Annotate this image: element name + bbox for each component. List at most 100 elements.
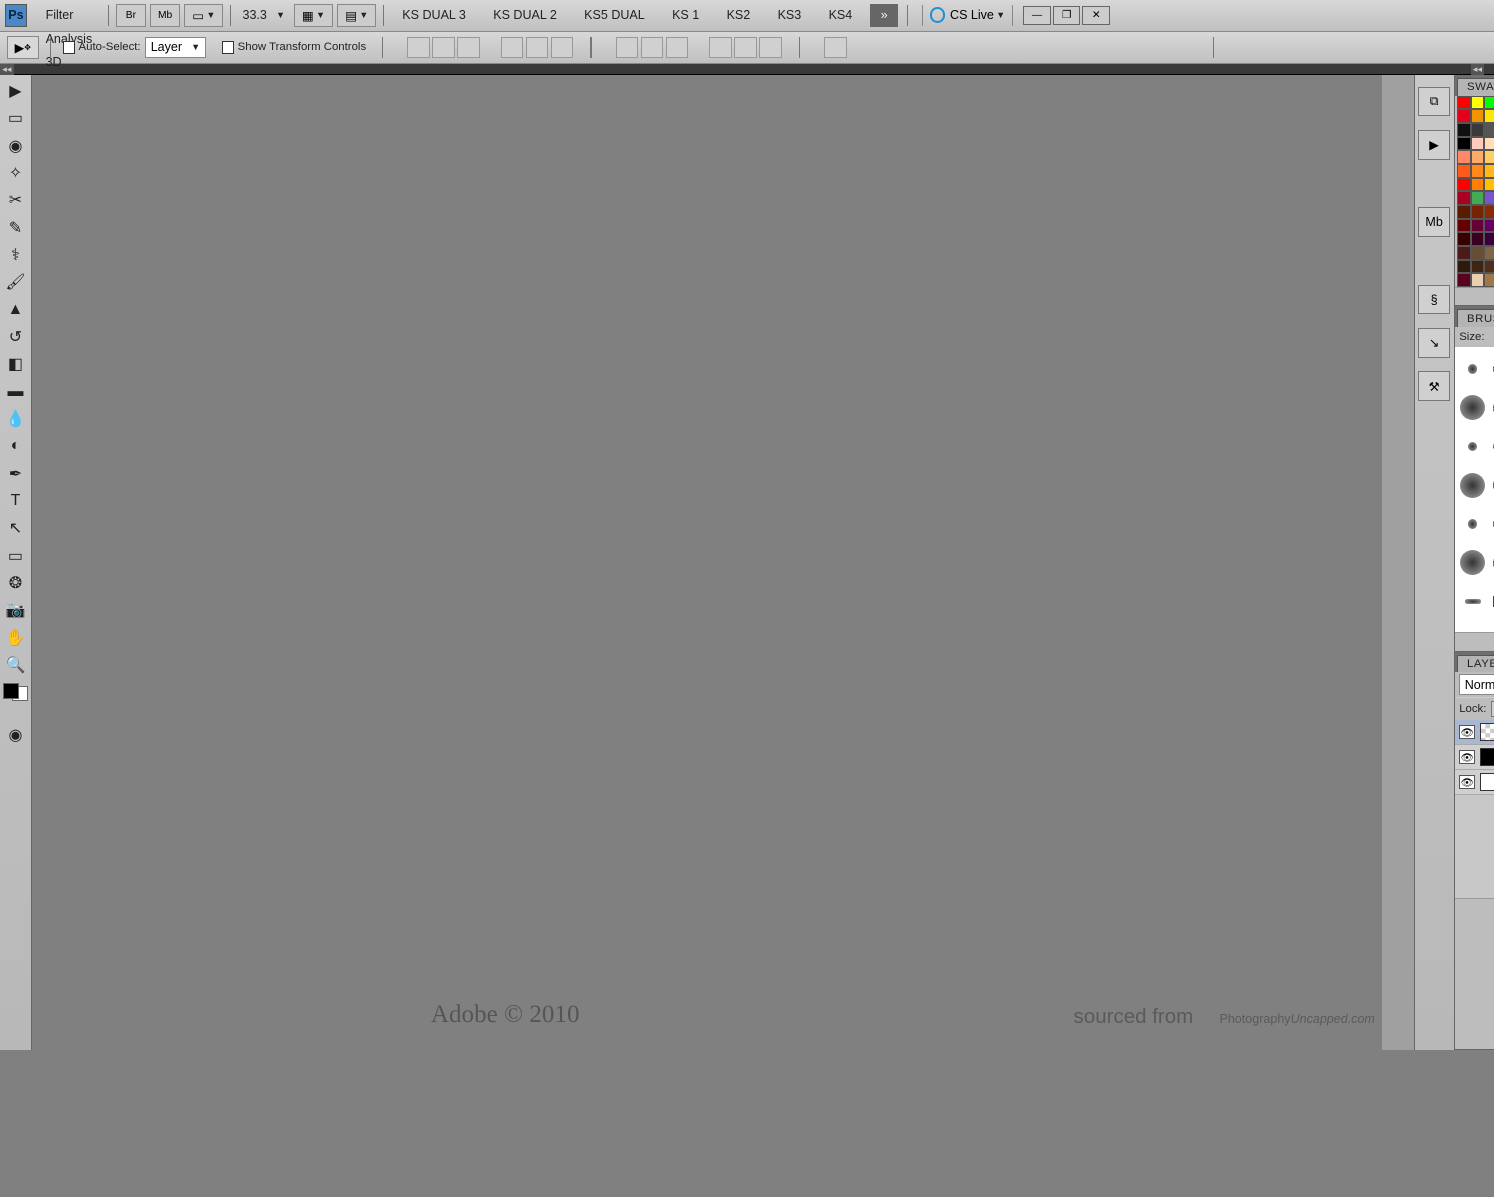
swatch[interactable]: [1471, 109, 1485, 123]
swatch[interactable]: [1471, 273, 1485, 287]
restore-button[interactable]: ❐: [1053, 6, 1080, 24]
swatch[interactable]: [1471, 137, 1485, 151]
bridge-button[interactable]: Br: [116, 4, 146, 27]
visibility-toggle[interactable]: 👁: [1459, 750, 1475, 764]
swatch[interactable]: [1457, 260, 1471, 274]
screen-mode-dropdown[interactable]: ▭▼: [184, 4, 223, 27]
align-bottom-button[interactable]: [457, 37, 480, 58]
shape-tool[interactable]: ▭: [2, 543, 29, 568]
swatch[interactable]: [1471, 246, 1485, 260]
swatch[interactable]: [1484, 273, 1494, 287]
crop-tool[interactable]: ✂: [2, 188, 29, 213]
swatch[interactable]: [1484, 123, 1494, 137]
swatch[interactable]: [1457, 96, 1471, 110]
swatch[interactable]: [1457, 273, 1471, 287]
workspace-button[interactable]: KS 1: [663, 6, 708, 25]
workspace-more-button[interactable]: »: [870, 4, 897, 27]
swatch[interactable]: [1457, 164, 1471, 178]
align-top-button[interactable]: [407, 37, 430, 58]
cslive-button[interactable]: CS Live▼: [922, 5, 1013, 25]
align-hcenter-button[interactable]: [526, 37, 549, 58]
auto-select-checkbox[interactable]: [63, 41, 76, 54]
menu-filter[interactable]: Filter: [34, 4, 103, 27]
swatch[interactable]: [1484, 205, 1494, 219]
minimize-button[interactable]: —: [1023, 6, 1050, 24]
swatch[interactable]: [1484, 137, 1494, 151]
swatch[interactable]: [1471, 150, 1485, 164]
swatch[interactable]: [1471, 96, 1485, 110]
pen-tool[interactable]: ✒: [2, 461, 29, 486]
gradient-tool[interactable]: ▬: [2, 379, 29, 404]
foreground-color[interactable]: [3, 683, 19, 699]
3d-tool[interactable]: ❂: [2, 571, 29, 596]
swatch[interactable]: [1457, 178, 1471, 192]
history-brush-tool[interactable]: ↺: [2, 325, 29, 350]
show-transform-checkbox[interactable]: [222, 41, 235, 54]
swatch[interactable]: [1471, 191, 1485, 205]
hand-tool[interactable]: ✋: [2, 625, 29, 650]
swatch[interactable]: [1484, 232, 1494, 246]
tab-brush-presets[interactable]: BRUSH PRESETS: [1457, 309, 1494, 327]
marquee-tool[interactable]: ▭: [2, 106, 29, 131]
move-tool[interactable]: ▶: [2, 79, 29, 104]
settings-panel-icon[interactable]: ⚒: [1418, 371, 1450, 401]
align-vcenter-button[interactable]: [432, 37, 455, 58]
3d-camera-tool[interactable]: 📷: [2, 598, 29, 623]
swatch[interactable]: [1471, 164, 1485, 178]
align-right-button[interactable]: [551, 37, 574, 58]
swatch[interactable]: [1457, 246, 1471, 260]
lasso-tool[interactable]: ◉: [2, 133, 29, 158]
swatch[interactable]: [1484, 246, 1494, 260]
swatch[interactable]: [1471, 123, 1485, 137]
layer-thumbnail[interactable]: [1480, 723, 1494, 741]
swatch[interactable]: [1471, 178, 1485, 192]
color-swatches[interactable]: [3, 683, 28, 701]
swatch[interactable]: [1471, 260, 1485, 274]
auto-select-target-dropdown[interactable]: Layer▼: [145, 37, 206, 58]
canvas[interactable]: Adobe © 2010 sourced from PhotographyUnc…: [32, 75, 1414, 1050]
auto-align-button[interactable]: [824, 37, 847, 58]
swatch[interactable]: [1484, 260, 1494, 274]
brush-list[interactable]: [1455, 347, 1494, 632]
dist-right-button[interactable]: [759, 37, 782, 58]
swatch[interactable]: [1484, 109, 1494, 123]
workspace-button[interactable]: KS3: [768, 6, 810, 25]
swatch[interactable]: [1484, 219, 1494, 233]
layer-thumbnail[interactable]: [1480, 748, 1494, 766]
swatch[interactable]: [1471, 205, 1485, 219]
dist-bottom-button[interactable]: [666, 37, 689, 58]
close-button[interactable]: ✕: [1082, 6, 1109, 24]
dist-vcenter-button[interactable]: [641, 37, 664, 58]
dist-top-button[interactable]: [616, 37, 639, 58]
layer-thumbnail[interactable]: [1480, 773, 1494, 791]
eyedropper-tool[interactable]: ✎: [2, 215, 29, 240]
visibility-toggle[interactable]: 👁: [1459, 725, 1475, 739]
swatch[interactable]: [1457, 219, 1471, 233]
swatch[interactable]: [1484, 178, 1494, 192]
swatch[interactable]: [1471, 232, 1485, 246]
swatch[interactable]: [1484, 150, 1494, 164]
workspace-button[interactable]: KS5 DUAL: [575, 6, 654, 25]
dodge-tool[interactable]: ◐: [2, 434, 29, 459]
swatch[interactable]: [1457, 191, 1471, 205]
minibridge-panel-icon[interactable]: Mb: [1418, 207, 1450, 237]
tab-swatches[interactable]: SWATCHES: [1457, 78, 1494, 96]
swatch[interactable]: [1457, 123, 1471, 137]
swatch[interactable]: [1457, 232, 1471, 246]
swatch[interactable]: [1484, 96, 1494, 110]
workspace-button[interactable]: KS2: [717, 6, 759, 25]
swatch[interactable]: [1484, 164, 1494, 178]
swatch[interactable]: [1457, 150, 1471, 164]
swatch[interactable]: [1484, 191, 1494, 205]
panel-collapse-icon[interactable]: ◂◂: [1471, 64, 1485, 75]
swatch[interactable]: [1457, 205, 1471, 219]
workspace-button[interactable]: KS DUAL 3: [393, 6, 475, 25]
dist-left-button[interactable]: [709, 37, 732, 58]
blur-tool[interactable]: 💧: [2, 407, 29, 432]
layer-row[interactable]: 👁Background🔒: [1455, 770, 1494, 795]
workspace-button[interactable]: KS DUAL 2: [484, 6, 566, 25]
swatch[interactable]: [1457, 137, 1471, 151]
align-left-button[interactable]: [501, 37, 524, 58]
arrange-dropdown[interactable]: ▦▼: [294, 4, 333, 27]
brush-tool[interactable]: 🖌: [2, 270, 29, 295]
